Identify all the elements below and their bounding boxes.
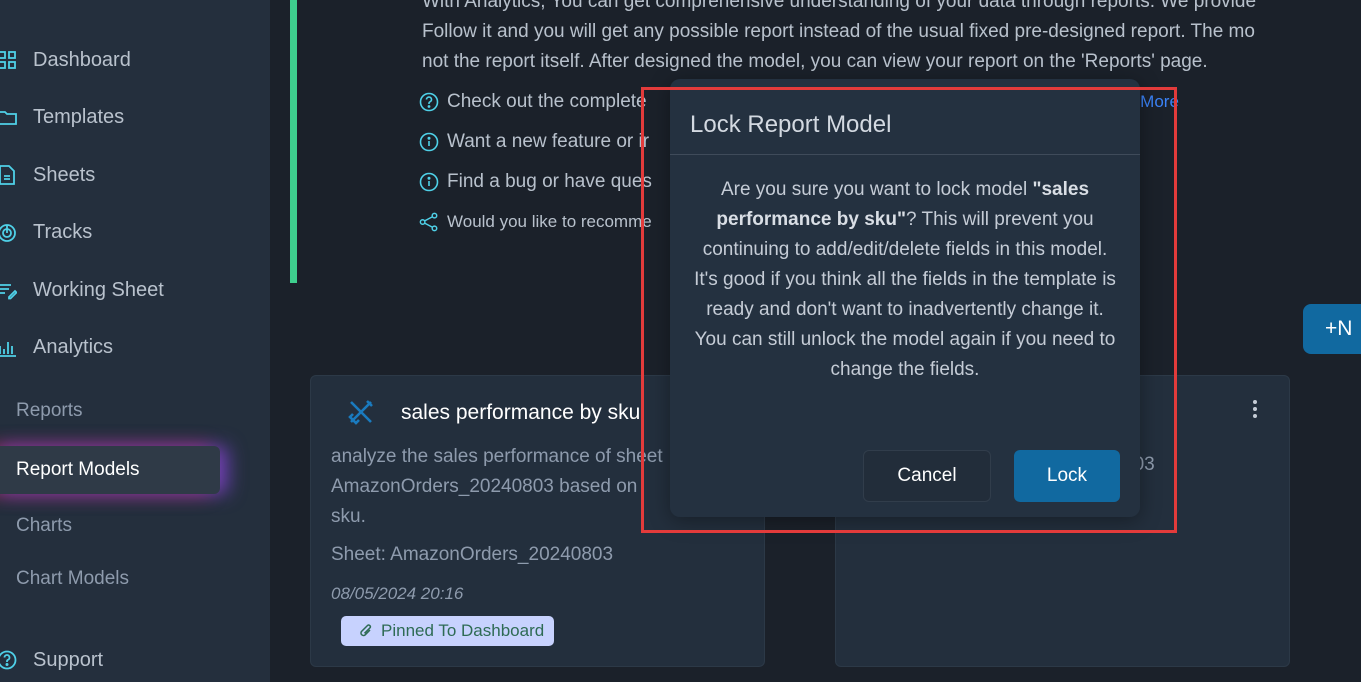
sidebar-subitem-label: Report Models bbox=[16, 459, 140, 480]
lock-button[interactable]: Lock bbox=[1014, 450, 1120, 502]
help-row-text: Check out the complete bbox=[447, 91, 647, 112]
card-description: analyze the sales performance of sheet A… bbox=[331, 446, 663, 527]
folder-icon bbox=[0, 107, 17, 127]
dialog-message-suffix: ? This will prevent you continuing to ad… bbox=[694, 209, 1116, 380]
sidebar-item-label: Working Sheet bbox=[33, 278, 164, 301]
help-row-text: Find a bug or have ques bbox=[447, 171, 652, 192]
sidebar-item-label: Tracks bbox=[33, 220, 93, 243]
dialog-title: Lock Report Model bbox=[690, 111, 892, 138]
sidebar-subitem-charts[interactable]: Charts bbox=[16, 515, 72, 537]
help-row-text: Would you like to recomme bbox=[447, 212, 652, 231]
dialog-message-prefix: Are you sure you want to lock model bbox=[720, 179, 1033, 200]
sidebar-subitem-report-models[interactable]: Report Models bbox=[0, 446, 220, 494]
card-date: 08/05/2024 20:16 bbox=[331, 584, 464, 603]
sidebar-item-label: Dashboard bbox=[33, 48, 131, 71]
intro-line: With Analytics, You can get comprehensiv… bbox=[422, 0, 1257, 12]
sidebar-item-label: Templates bbox=[33, 105, 125, 128]
dialog-divider bbox=[670, 154, 1140, 155]
question-circle-icon bbox=[0, 650, 17, 670]
help-row-bug[interactable]: Find a bug or have ques bbox=[419, 171, 652, 193]
share-icon bbox=[419, 212, 439, 232]
sidebar-item-analytics[interactable]: Analytics bbox=[0, 332, 113, 362]
cancel-button[interactable]: Cancel bbox=[863, 450, 991, 502]
card-sheet: Sheet: AmazonOrders_20240803 bbox=[331, 544, 614, 565]
sidebar-item-sheets[interactable]: Sheets bbox=[0, 160, 95, 190]
intro-line: Follow it and you will get any possible … bbox=[422, 21, 1255, 42]
intro-accent-bar bbox=[290, 0, 297, 283]
design-tools-icon bbox=[347, 398, 375, 426]
sidebar-item-templates[interactable]: Templates bbox=[0, 102, 124, 132]
help-row-text: Want a new feature or ir bbox=[447, 131, 650, 152]
info-circle-icon bbox=[419, 172, 439, 192]
list-edit-icon bbox=[0, 280, 17, 300]
help-row-docs[interactable]: Check out the complete bbox=[419, 91, 647, 113]
sidebar-item-label: Analytics bbox=[33, 335, 114, 358]
target-icon bbox=[0, 222, 17, 242]
sidebar-item-tracks[interactable]: Tracks bbox=[0, 217, 92, 247]
document-icon bbox=[0, 165, 17, 185]
sidebar-item-label: Support bbox=[33, 648, 104, 671]
pinned-badge-label: Pinned To Dashboard bbox=[381, 621, 545, 640]
sidebar-item-support[interactable]: Support bbox=[0, 645, 103, 675]
dashboard-grid-icon bbox=[0, 50, 17, 70]
pinned-badge: Pinned To Dashboard bbox=[341, 616, 555, 646]
intro-description: With Analytics, You can get comprehensiv… bbox=[422, 0, 1361, 77]
sidebar-item-working-sheet[interactable]: Working Sheet bbox=[0, 275, 164, 305]
intro-line: not the report itself. After designed th… bbox=[422, 51, 1208, 72]
new-report-model-button[interactable]: +N bbox=[1303, 304, 1361, 354]
dialog-message: Are you sure you want to lock model "sal… bbox=[694, 175, 1116, 385]
help-row-feature[interactable]: Want a new feature or ir bbox=[419, 131, 649, 153]
card-title[interactable]: sales performance by sku bbox=[401, 401, 640, 425]
question-circle-icon bbox=[419, 92, 439, 112]
sidebar-subitem-reports[interactable]: Reports bbox=[16, 400, 83, 422]
lock-report-model-dialog: Lock Report Model Are you sure you want … bbox=[670, 79, 1140, 517]
help-row-recommend[interactable]: Would you like to recomme bbox=[419, 212, 652, 232]
sidebar-subitem-chart-models[interactable]: Chart Models bbox=[16, 568, 129, 590]
sidebar: Dashboard Templates Sheets Tracks Workin… bbox=[0, 0, 270, 682]
sidebar-item-label: Sheets bbox=[33, 163, 96, 186]
info-circle-icon bbox=[419, 132, 439, 152]
paperclip-icon bbox=[360, 624, 372, 637]
sidebar-item-dashboard[interactable]: Dashboard bbox=[0, 45, 131, 75]
bar-chart-icon bbox=[0, 337, 17, 357]
more-options-icon[interactable] bbox=[1251, 400, 1259, 424]
